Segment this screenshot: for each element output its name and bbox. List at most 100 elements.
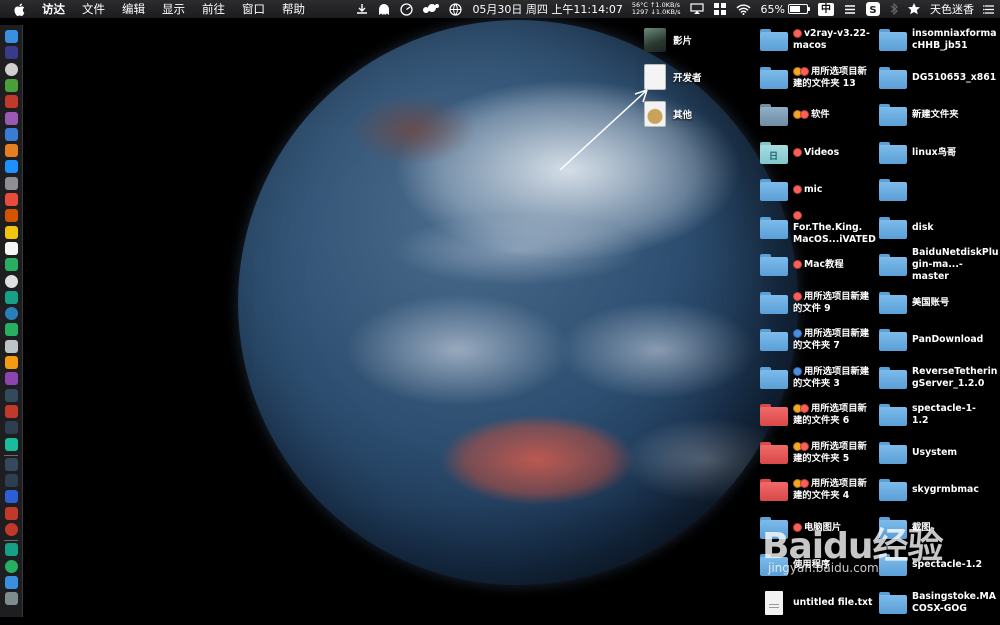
dock-yandex-icon[interactable] <box>5 506 18 520</box>
dock-finder-icon[interactable] <box>5 30 18 43</box>
menu-go[interactable]: 前往 <box>202 1 225 17</box>
wifi-icon[interactable] <box>736 4 751 15</box>
dock-appstore-icon[interactable] <box>5 274 18 288</box>
desktop_col1-item[interactable]: Mac教程 <box>760 250 873 280</box>
dock-notes-icon[interactable] <box>5 127 18 141</box>
desktop-item-movies[interactable]: 影片 <box>644 28 692 52</box>
dock-monitor-icon[interactable] <box>5 421 18 435</box>
system-monitor[interactable]: 56°C ↑1.0KB/s 1297 ↓1.0KB/s <box>632 2 681 16</box>
globe-icon[interactable] <box>449 2 463 16</box>
desktop_col1-item[interactable]: 用所选项目新 建的文件夹 13 <box>760 63 873 93</box>
download-icon[interactable] <box>356 3 368 15</box>
dock-chat-icon[interactable] <box>5 559 18 573</box>
dock-netease-icon[interactable] <box>5 523 18 536</box>
apple-menu-icon[interactable] <box>14 3 28 16</box>
dock-browser-icon[interactable] <box>5 307 18 321</box>
star-icon[interactable] <box>908 3 920 15</box>
desktop-item-text: Basingstoke.MA COSX-GOG <box>912 590 996 614</box>
dock-cleaner-icon[interactable] <box>5 543 18 557</box>
desktop_col2-item[interactable]: linux鸟哥 <box>879 138 992 168</box>
desktop_col2-item[interactable]: Basingstoke.MA COSX-GOG <box>879 588 996 618</box>
desktop_col2-item[interactable]: BaiduNetdiskPlu gin-ma...-master <box>879 247 999 282</box>
dock-calendar-icon[interactable] <box>5 193 18 206</box>
menu-help[interactable]: 帮助 <box>282 1 305 17</box>
dock-messages-icon[interactable] <box>5 160 18 174</box>
desktop_col1-item[interactable]: 用所选项目新 建的文件夹 6 <box>760 400 873 430</box>
desktop_col2-item[interactable]: 截图 <box>879 513 992 543</box>
dock-photos-icon[interactable] <box>5 241 18 255</box>
dock-rocket-icon[interactable] <box>5 78 18 92</box>
desktop_col2-item[interactable]: Usystem <box>879 438 992 468</box>
desktop_col2-item[interactable]: PanDownload <box>879 325 992 355</box>
desktop_col2-item[interactable]: ReverseTetherin gServer_1.2.0 <box>879 363 997 393</box>
folder-icon <box>879 66 907 89</box>
dock-sourcetree-icon[interactable] <box>5 457 18 471</box>
dock-safari-icon[interactable] <box>5 62 18 76</box>
desktop_col1-item[interactable]: 电脑图片 <box>760 513 873 543</box>
clock-date[interactable]: 05月30日 周四 上午11:14:07 <box>472 1 622 17</box>
dock-reminders-icon[interactable] <box>5 209 18 223</box>
dock-music-icon[interactable] <box>5 225 18 239</box>
dock-wechat-icon[interactable] <box>5 437 18 451</box>
dock-contacts-icon[interactable] <box>5 111 18 125</box>
desktop_col1-item[interactable]: mic <box>760 175 873 205</box>
desktop_col2-item[interactable]: spectacle-1.2 <box>879 550 992 580</box>
cloud-dots-icon[interactable] <box>423 4 440 14</box>
ghost-icon[interactable] <box>378 3 390 16</box>
notification-center-icon[interactable] <box>983 4 995 15</box>
list-menu-icon[interactable] <box>844 4 856 15</box>
desktop_col2-item[interactable] <box>879 175 992 205</box>
desktop_col1-item[interactable]: 用所选项目新建 的文件夹 3 <box>760 363 873 393</box>
dock-settings-icon[interactable] <box>5 176 18 190</box>
dock-numbers-icon[interactable] <box>5 372 18 386</box>
menu-app-name[interactable]: 访达 <box>42 1 65 17</box>
desktop_col2-item[interactable]: 美国账号 <box>879 288 992 318</box>
dock-terminal-icon[interactable] <box>5 290 18 304</box>
desktop_col2-item[interactable]: skygrmbmac <box>879 475 992 505</box>
desktop_col2-item[interactable]: disk <box>879 213 992 243</box>
desktop_col1-item[interactable]: 用所选项目新 建的文件夹 5 <box>760 438 873 468</box>
desktop_col1-item[interactable]: 软件 <box>760 100 873 130</box>
menu-bar: 访达 文件 编辑 显示 前往 窗口 帮助 05月30日 周四 上午11:14:0… <box>0 0 1000 19</box>
gauge-icon[interactable] <box>400 2 414 16</box>
input-method[interactable]: 中 <box>818 2 834 16</box>
desktop_col1-item[interactable]: untitled file.txt <box>760 588 873 618</box>
dock-console-icon[interactable] <box>5 474 18 488</box>
dock-xcode-icon[interactable] <box>5 388 18 402</box>
dock-mail-icon[interactable] <box>5 144 18 158</box>
dock-preview-icon[interactable] <box>5 339 18 353</box>
menu-window[interactable]: 窗口 <box>242 1 265 17</box>
desktop_col1-item[interactable]: 用所选项目新 建的文件夹 4 <box>760 475 873 505</box>
desktop_col1-item[interactable]: 用所选项目新建 的文件夹 7 <box>760 325 873 355</box>
dock-android-icon[interactable] <box>5 95 18 109</box>
dock-trash-icon[interactable] <box>5 592 18 606</box>
grid-icon[interactable] <box>713 3 726 15</box>
desktop_col1-item[interactable]: 使用程序 <box>760 550 873 580</box>
color-tags <box>793 66 809 76</box>
dock-folder-icon[interactable] <box>5 575 18 589</box>
dock-facetime-icon[interactable] <box>5 258 18 272</box>
app-s-icon[interactable]: S <box>866 2 880 16</box>
dock-vpn-icon[interactable] <box>5 490 18 504</box>
desktop_col2-item[interactable]: DG510653_x861 <box>879 63 996 93</box>
desktop-item-label: untitled file.txt <box>793 597 873 609</box>
dock-maps-icon[interactable] <box>5 323 18 337</box>
desktop_col2-item[interactable]: insomniaxforma cHHB_jb51 <box>879 25 996 55</box>
airplay-icon[interactable] <box>689 3 704 15</box>
bluetooth-icon[interactable] <box>890 3 898 15</box>
desktop_col2-item[interactable]: spectacle-1-1.2 <box>879 400 992 430</box>
desktop_col1-item[interactable]: 用所选项目新建 的文件 9 <box>760 288 873 318</box>
desktop_col2-item[interactable]: 新建文件夹 <box>879 100 992 130</box>
desktop_col1-item[interactable]: v2ray-v3.22- macos <box>760 25 873 55</box>
desktop_col1-item[interactable]: For.The.King. MacOS...iVATED <box>760 210 876 245</box>
user-name[interactable]: 天色迷香 <box>930 1 974 17</box>
battery-status[interactable]: 65% <box>761 3 810 16</box>
dock-launchpad-icon[interactable] <box>5 46 18 60</box>
desktop_col1-item[interactable]: 日 Videos <box>760 138 873 168</box>
menu-file[interactable]: 文件 <box>82 1 105 17</box>
menu-view[interactable]: 显示 <box>162 1 185 17</box>
menu-edit[interactable]: 编辑 <box>122 1 145 17</box>
dock-pages-icon[interactable] <box>5 356 18 369</box>
dock-vivaldi-icon[interactable] <box>5 404 18 418</box>
desktop-item-text: 新建文件夹 <box>912 109 959 120</box>
